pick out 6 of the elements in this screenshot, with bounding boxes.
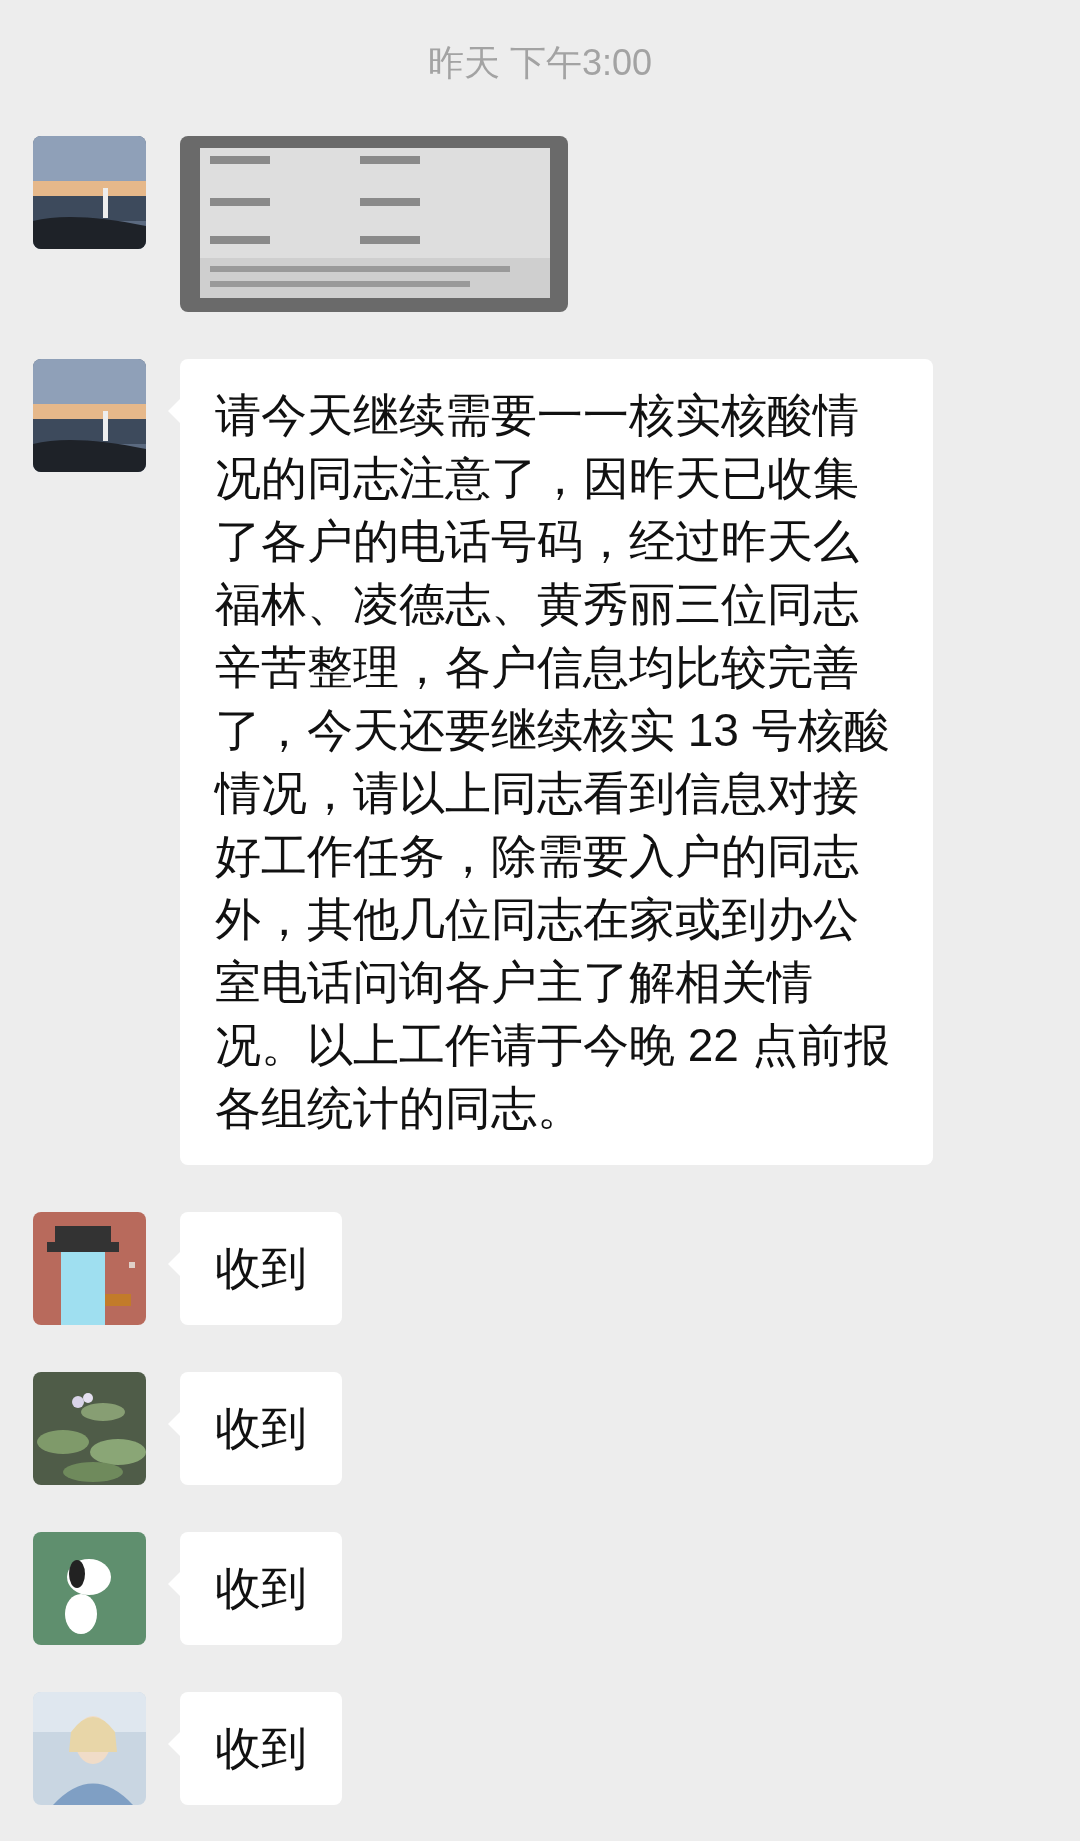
message-bubble[interactable]: 收到 xyxy=(180,1372,342,1485)
message-bubble[interactable]: 请今天继续需要一一核实核酸情况的同志注意了，因昨天已收集了各户的电话号码，经过昨天么福林、凌德志、黄秀丽三位同志辛苦整理，各户信息均比较完善了，今天还要继续核实 13 号核酸情况，请以上同志看到信息对接好工作任务，除需要入户的同志外，其他几位同志在家或到办公室电话问询各户主了解相关情况。以上工作请于今晚 22 点前报各组统计的同志。 xyxy=(180,359,933,1165)
message-bubble[interactable]: 收到 xyxy=(180,1532,342,1645)
timestamp: 昨天 下午3:00 xyxy=(426,41,654,85)
message-bubble[interactable]: 收到 xyxy=(180,1212,342,1325)
message-bubble[interactable]: 收到 xyxy=(180,1692,342,1805)
